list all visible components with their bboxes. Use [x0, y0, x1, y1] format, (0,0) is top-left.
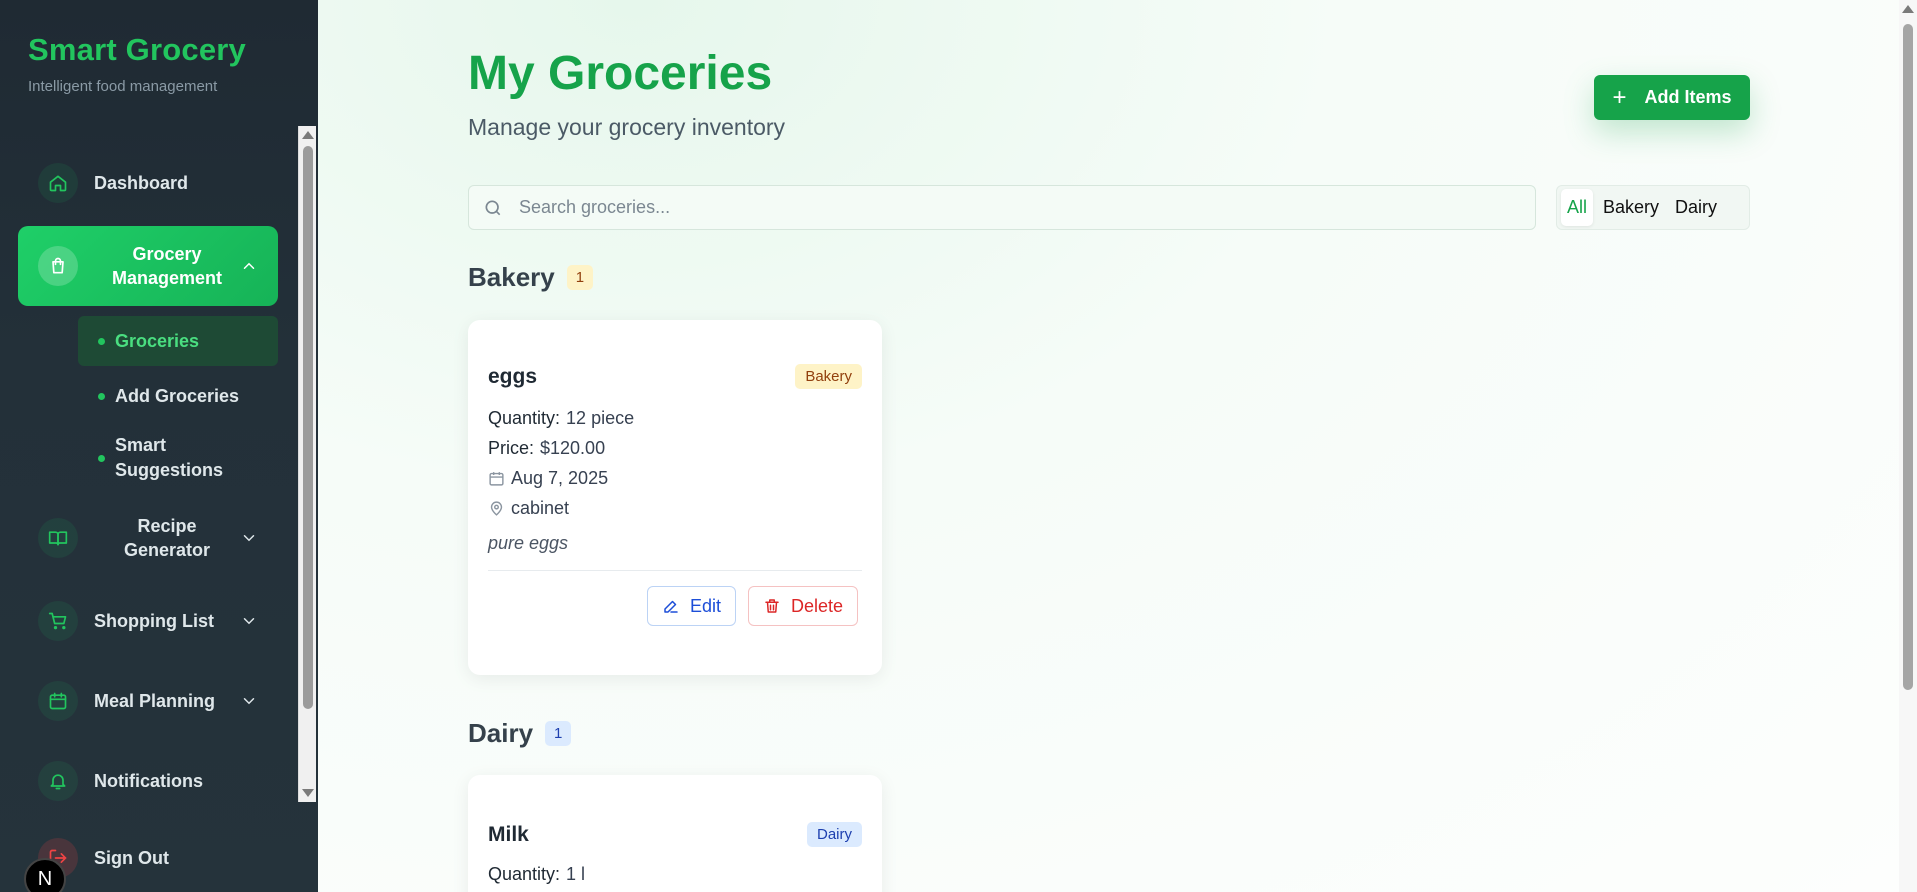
- quantity-row: Quantity: 1 l: [488, 864, 585, 885]
- filter-dairy[interactable]: Dairy: [1669, 189, 1723, 226]
- trash-icon: [765, 599, 779, 613]
- card-header: Milk Dairy: [488, 822, 862, 847]
- sidebar-subitem-label: Smart Suggestions: [115, 435, 224, 480]
- sign-out-label: Sign Out: [94, 847, 169, 868]
- brand-subtitle: Intelligent food management: [28, 78, 218, 95]
- sidebar-scrollbar[interactable]: [298, 126, 316, 802]
- search-input[interactable]: [519, 197, 1535, 218]
- card-divider: [488, 570, 862, 571]
- chevron-down-icon: [240, 612, 258, 630]
- price-label: Price:: [488, 438, 535, 458]
- delete-label: Delete: [791, 595, 844, 616]
- edit-label: Edit: [690, 595, 722, 616]
- quantity-row: Quantity: 12 piece: [488, 408, 634, 429]
- sidebar-item-label: Shopping List: [94, 610, 214, 631]
- item-name: eggs: [488, 364, 538, 388]
- sidebar-subitem-add-groceries[interactable]: Add Groceries: [78, 371, 278, 421]
- category-badge: Dairy: [806, 822, 862, 847]
- main-content: My Groceries Manage your grocery invento…: [318, 0, 1917, 892]
- item-notes: pure eggs: [488, 533, 569, 553]
- location-value: cabinet: [511, 498, 570, 518]
- page-title: My Groceries: [468, 47, 773, 100]
- chevron-up-icon: [240, 257, 258, 275]
- section-count-badge: 1: [545, 721, 572, 746]
- home-icon: [38, 163, 78, 203]
- plus-icon: +: [1612, 83, 1627, 111]
- section-title: Bakery: [468, 262, 555, 292]
- quantity-value: 1 l: [566, 864, 586, 884]
- page-subtitle: Manage your grocery inventory: [468, 114, 786, 140]
- filter-all[interactable]: All: [1561, 189, 1594, 226]
- nav-list: Dashboard Grocery Management Groceries A…: [0, 126, 298, 802]
- sidebar-subitem-label: Groceries: [115, 330, 200, 351]
- section-header-dairy: Dairy 1: [468, 718, 572, 749]
- category-badge: Bakery: [795, 364, 862, 389]
- price-value: $120.00: [540, 438, 606, 458]
- section-header-bakery: Bakery 1: [468, 262, 594, 293]
- chevron-down-icon: [240, 529, 258, 547]
- filter-bakery[interactable]: Bakery: [1597, 189, 1665, 226]
- sidebar-subitem-smart-suggestions[interactable]: Smart Suggestions: [78, 426, 278, 490]
- quantity-label: Quantity:: [488, 864, 561, 884]
- brand: Smart Grocery Intelligent food managemen…: [28, 32, 246, 95]
- map-pin-icon: [490, 501, 503, 516]
- quantity-value: 12 piece: [566, 408, 635, 428]
- calendar-icon: [489, 472, 504, 486]
- search-bar: [468, 185, 1536, 230]
- scrollbar-thumb[interactable]: [1903, 24, 1913, 690]
- bullet-icon: [98, 392, 105, 400]
- shopping-bag-icon: [38, 246, 78, 286]
- scroll-down-arrow-icon[interactable]: [302, 789, 314, 797]
- bullet-icon: [98, 337, 105, 345]
- add-items-button[interactable]: + Add Items: [1594, 75, 1750, 120]
- search-icon: [485, 200, 501, 215]
- scroll-up-arrow-icon[interactable]: [302, 131, 314, 139]
- sidebar-item-label: Grocery Management: [111, 244, 223, 288]
- sidebar-item-label: Recipe Generator: [123, 516, 211, 560]
- edit-icon: [664, 600, 678, 613]
- book-open-icon: [38, 518, 78, 558]
- quantity-label: Quantity:: [488, 408, 561, 428]
- section-title: Dairy: [468, 718, 534, 748]
- calendar-icon: [38, 681, 78, 721]
- scroll-up-arrow-icon[interactable]: [1902, 5, 1914, 13]
- sidebar-item-dashboard[interactable]: Dashboard: [18, 158, 278, 208]
- expiry-date: Aug 7, 2025: [511, 468, 609, 488]
- bell-icon: [38, 761, 78, 801]
- main-scrollbar[interactable]: [1899, 0, 1917, 892]
- location-row: cabinet: [488, 498, 569, 519]
- sidebar-item-grocery-management[interactable]: Grocery Management: [18, 226, 278, 306]
- next-dev-badge[interactable]: N: [24, 858, 66, 892]
- sidebar-item-label: Dashboard: [94, 172, 189, 193]
- card-header: eggs Bakery: [488, 364, 862, 389]
- brand-title: Smart Grocery: [28, 32, 246, 67]
- edit-button[interactable]: Edit: [647, 586, 737, 626]
- sidebar-item-recipe-generator[interactable]: Recipe Generator: [18, 506, 278, 570]
- scrollbar-thumb[interactable]: [303, 146, 313, 709]
- shopping-cart-icon: [38, 601, 78, 641]
- section-count-badge: 1: [566, 265, 594, 290]
- delete-button[interactable]: Delete: [748, 586, 859, 626]
- category-filter: All Bakery Dairy: [1556, 185, 1750, 230]
- sidebar-item-notifications[interactable]: Notifications: [18, 756, 278, 802]
- add-items-label: Add Items: [1644, 87, 1732, 107]
- item-name: Milk: [488, 822, 529, 846]
- grocery-card: eggs Bakery Quantity: 12 piece Price: $1…: [468, 320, 882, 675]
- sidebar-item-label: Notifications: [94, 770, 204, 791]
- sidebar-item-shopping-list[interactable]: Shopping List: [18, 596, 278, 646]
- bullet-icon: [98, 454, 105, 462]
- sidebar-subitem-label: Add Groceries: [115, 385, 240, 406]
- sidebar: Smart Grocery Intelligent food managemen…: [0, 0, 318, 892]
- sidebar-item-label: Meal Planning: [94, 690, 216, 711]
- date-row: Aug 7, 2025: [488, 468, 608, 489]
- sidebar-item-meal-planning[interactable]: Meal Planning: [18, 676, 278, 726]
- chevron-down-icon: [240, 692, 258, 710]
- price-row: Price: $120.00: [488, 438, 605, 459]
- sidebar-subitem-groceries[interactable]: Groceries: [78, 316, 278, 366]
- grocery-card: Milk Dairy Quantity: 1 l: [468, 775, 882, 892]
